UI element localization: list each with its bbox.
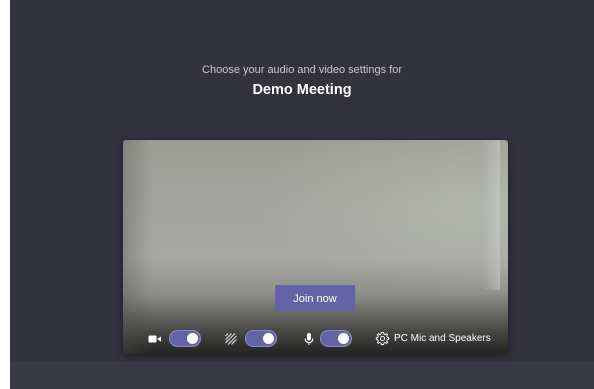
join-now-button[interactable]: Join now bbox=[275, 285, 355, 311]
microphone-toggle[interactable] bbox=[320, 330, 352, 347]
audio-device-label[interactable]: PC Mic and Speakers bbox=[394, 333, 491, 344]
video-camera-icon bbox=[148, 332, 162, 346]
prejoin-subtitle: Choose your audio and video settings for bbox=[202, 64, 402, 76]
camera-toggle-knob bbox=[187, 333, 198, 344]
microphone-toggle-knob bbox=[338, 333, 349, 344]
prejoin-screen: Choose your audio and video settings for… bbox=[10, 0, 594, 389]
meeting-title: Demo Meeting bbox=[252, 82, 352, 98]
gear-icon[interactable] bbox=[375, 331, 390, 346]
camera-toggle[interactable] bbox=[169, 330, 201, 347]
device-controls-bar: PC Mic and Speakers bbox=[123, 330, 508, 348]
microphone-icon bbox=[302, 332, 316, 346]
camera-preview: Join now PC Mic and Speakers bbox=[123, 140, 508, 354]
background-blur-toggle-knob bbox=[263, 333, 274, 344]
background-blur-icon bbox=[224, 332, 238, 346]
background-blur-toggle[interactable] bbox=[245, 330, 277, 347]
